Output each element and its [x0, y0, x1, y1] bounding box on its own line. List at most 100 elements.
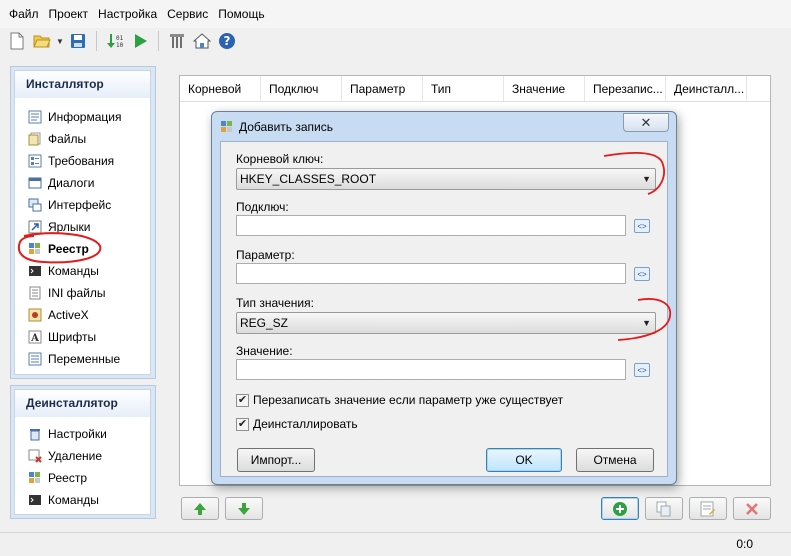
root-key-select[interactable]: HKEY_CLASSES_ROOT ▼	[236, 168, 656, 190]
menu-project[interactable]: Проект	[44, 7, 94, 21]
sidebar-item-activex[interactable]: ActiveX	[15, 304, 150, 326]
browse-icon: <>	[637, 365, 647, 375]
sidebar-item-label: Ярлыки	[48, 220, 91, 234]
files-icon	[27, 131, 43, 147]
column-header-root[interactable]: Корневой	[180, 76, 261, 101]
shortcut-icon	[27, 219, 43, 235]
sidebar-item-interface[interactable]: Интерфейс	[15, 194, 150, 216]
subkey-input[interactable]	[236, 215, 626, 236]
cursor-position: 0:0	[736, 537, 753, 551]
uninstall-checkbox-row[interactable]: ✔ Деинсталлировать	[236, 417, 358, 431]
ok-button[interactable]: OK	[486, 448, 562, 472]
commands-icon	[27, 492, 43, 508]
sidebar-item-commands[interactable]: Команды	[15, 260, 150, 282]
column-header-subkey[interactable]: Подключ	[261, 76, 342, 101]
open-dropdown-icon[interactable]: ▼	[56, 37, 64, 46]
tools-icon[interactable]	[166, 30, 188, 52]
value-label: Значение:	[236, 344, 293, 358]
import-button[interactable]: Импорт...	[237, 448, 315, 472]
column-header-value[interactable]: Значение	[504, 76, 585, 101]
move-down-button[interactable]	[225, 497, 263, 520]
variables-icon	[27, 351, 43, 367]
add-entry-dialog: Добавить запись ✕ Корневой ключ: HKEY_CL…	[211, 111, 677, 485]
overwrite-checkbox-row[interactable]: ✔ Перезаписать значение если параметр уж…	[236, 393, 563, 407]
delete-entry-button[interactable]	[733, 497, 771, 520]
menu-service[interactable]: Сервис	[162, 7, 213, 21]
sidebar-item-label: Информация	[48, 110, 122, 124]
sidebar-item-uninstall-delete[interactable]: Удаление	[15, 445, 150, 467]
sidebar-item-ini-files[interactable]: INI файлы	[15, 282, 150, 304]
copy-entry-button[interactable]	[645, 497, 683, 520]
close-icon: ✕	[640, 114, 652, 130]
overwrite-checkbox[interactable]: ✔	[236, 393, 249, 407]
sidebar-item-uninstall-settings[interactable]: Настройки	[15, 423, 150, 445]
menu-settings[interactable]: Настройка	[93, 7, 162, 21]
svg-text:10: 10	[116, 42, 124, 49]
copy-icon	[656, 501, 671, 516]
sidebar-item-files[interactable]: Файлы	[15, 128, 150, 150]
edit-entry-button[interactable]	[689, 497, 727, 520]
open-folder-icon[interactable]	[31, 30, 53, 52]
sidebar-item-uninstall-commands[interactable]: Команды	[15, 489, 150, 511]
build-icon[interactable]: 01 10	[104, 30, 126, 52]
menu-bar: Файл Проект Настройка Сервис Помощь	[0, 0, 791, 28]
save-icon[interactable]	[67, 30, 89, 52]
arrow-up-icon	[194, 502, 206, 515]
column-header-param[interactable]: Параметр	[342, 76, 423, 101]
cancel-button[interactable]: Отмена	[576, 448, 654, 472]
installer-panel-title: Инсталлятор	[15, 71, 150, 98]
subkey-browse-button[interactable]: <>	[634, 219, 650, 233]
sidebar-item-shortcuts[interactable]: Ярлыки	[15, 216, 150, 238]
menu-file[interactable]: Файл	[4, 7, 44, 21]
uninstall-checkbox[interactable]: ✔	[236, 417, 249, 431]
value-browse-button[interactable]: <>	[634, 363, 650, 377]
sidebar-item-uninstall-registry[interactable]: Реестр	[15, 467, 150, 489]
sidebar-item-requirements[interactable]: Требования	[15, 150, 150, 172]
sidebar-item-label: Команды	[48, 264, 99, 278]
subkey-label: Подключ:	[236, 200, 289, 214]
param-input[interactable]	[236, 263, 626, 284]
add-entry-button[interactable]	[601, 497, 639, 520]
arrow-down-icon	[238, 502, 250, 515]
overwrite-checkbox-label: Перезаписать значение если параметр уже …	[253, 393, 564, 407]
requirements-icon	[27, 153, 43, 169]
installer-panel: Инсталлятор Информация Файлы Требования …	[14, 70, 151, 375]
param-browse-button[interactable]: <>	[634, 267, 650, 281]
delete-icon	[746, 502, 758, 515]
sidebar-item-label: Шрифты	[48, 330, 97, 344]
column-header-uninstall[interactable]: Деинсталл...	[666, 76, 747, 101]
add-icon	[613, 501, 627, 516]
sidebar-item-fonts[interactable]: A Шрифты	[15, 326, 150, 348]
dialog-close-button[interactable]: ✕	[623, 113, 669, 132]
sidebar-item-dialogs[interactable]: Диалоги	[15, 172, 150, 194]
sidebar-item-label: INI файлы	[48, 286, 106, 300]
svg-text:?: ?	[224, 34, 231, 48]
sidebar-item-variables[interactable]: Переменные	[15, 348, 150, 370]
interface-icon	[27, 197, 43, 213]
home-icon[interactable]	[191, 30, 213, 52]
edit-icon	[700, 501, 715, 516]
run-icon[interactable]	[129, 30, 151, 52]
status-bar: 0:0	[0, 532, 791, 556]
value-type-select[interactable]: REG_SZ ▼	[236, 312, 656, 334]
new-file-icon[interactable]	[6, 30, 28, 52]
sidebar-item-label: Настройки	[48, 427, 107, 441]
help-icon[interactable]: ?	[216, 30, 238, 52]
root-key-value: HKEY_CLASSES_ROOT	[240, 172, 377, 186]
menu-help[interactable]: Помощь	[213, 7, 269, 21]
uninstall-checkbox-label: Деинсталлировать	[253, 417, 358, 431]
value-type-value: REG_SZ	[240, 316, 289, 330]
chevron-down-icon: ▼	[642, 174, 651, 184]
sidebar-item-label: Команды	[48, 493, 99, 507]
chevron-down-icon: ▼	[642, 318, 651, 328]
sidebar-item-label: ActiveX	[48, 308, 89, 322]
column-header-type[interactable]: Тип	[423, 76, 504, 101]
column-header-overwrite[interactable]: Перезапис...	[585, 76, 666, 101]
sidebar-item-label: Диалоги	[48, 176, 95, 190]
svg-text:01: 01	[116, 35, 124, 42]
move-up-button[interactable]	[181, 497, 219, 520]
sidebar-item-information[interactable]: Информация	[15, 106, 150, 128]
value-input[interactable]	[236, 359, 626, 380]
sidebar-item-registry[interactable]: Реестр	[15, 238, 150, 260]
dialog-titlebar: Добавить запись	[220, 117, 333, 137]
